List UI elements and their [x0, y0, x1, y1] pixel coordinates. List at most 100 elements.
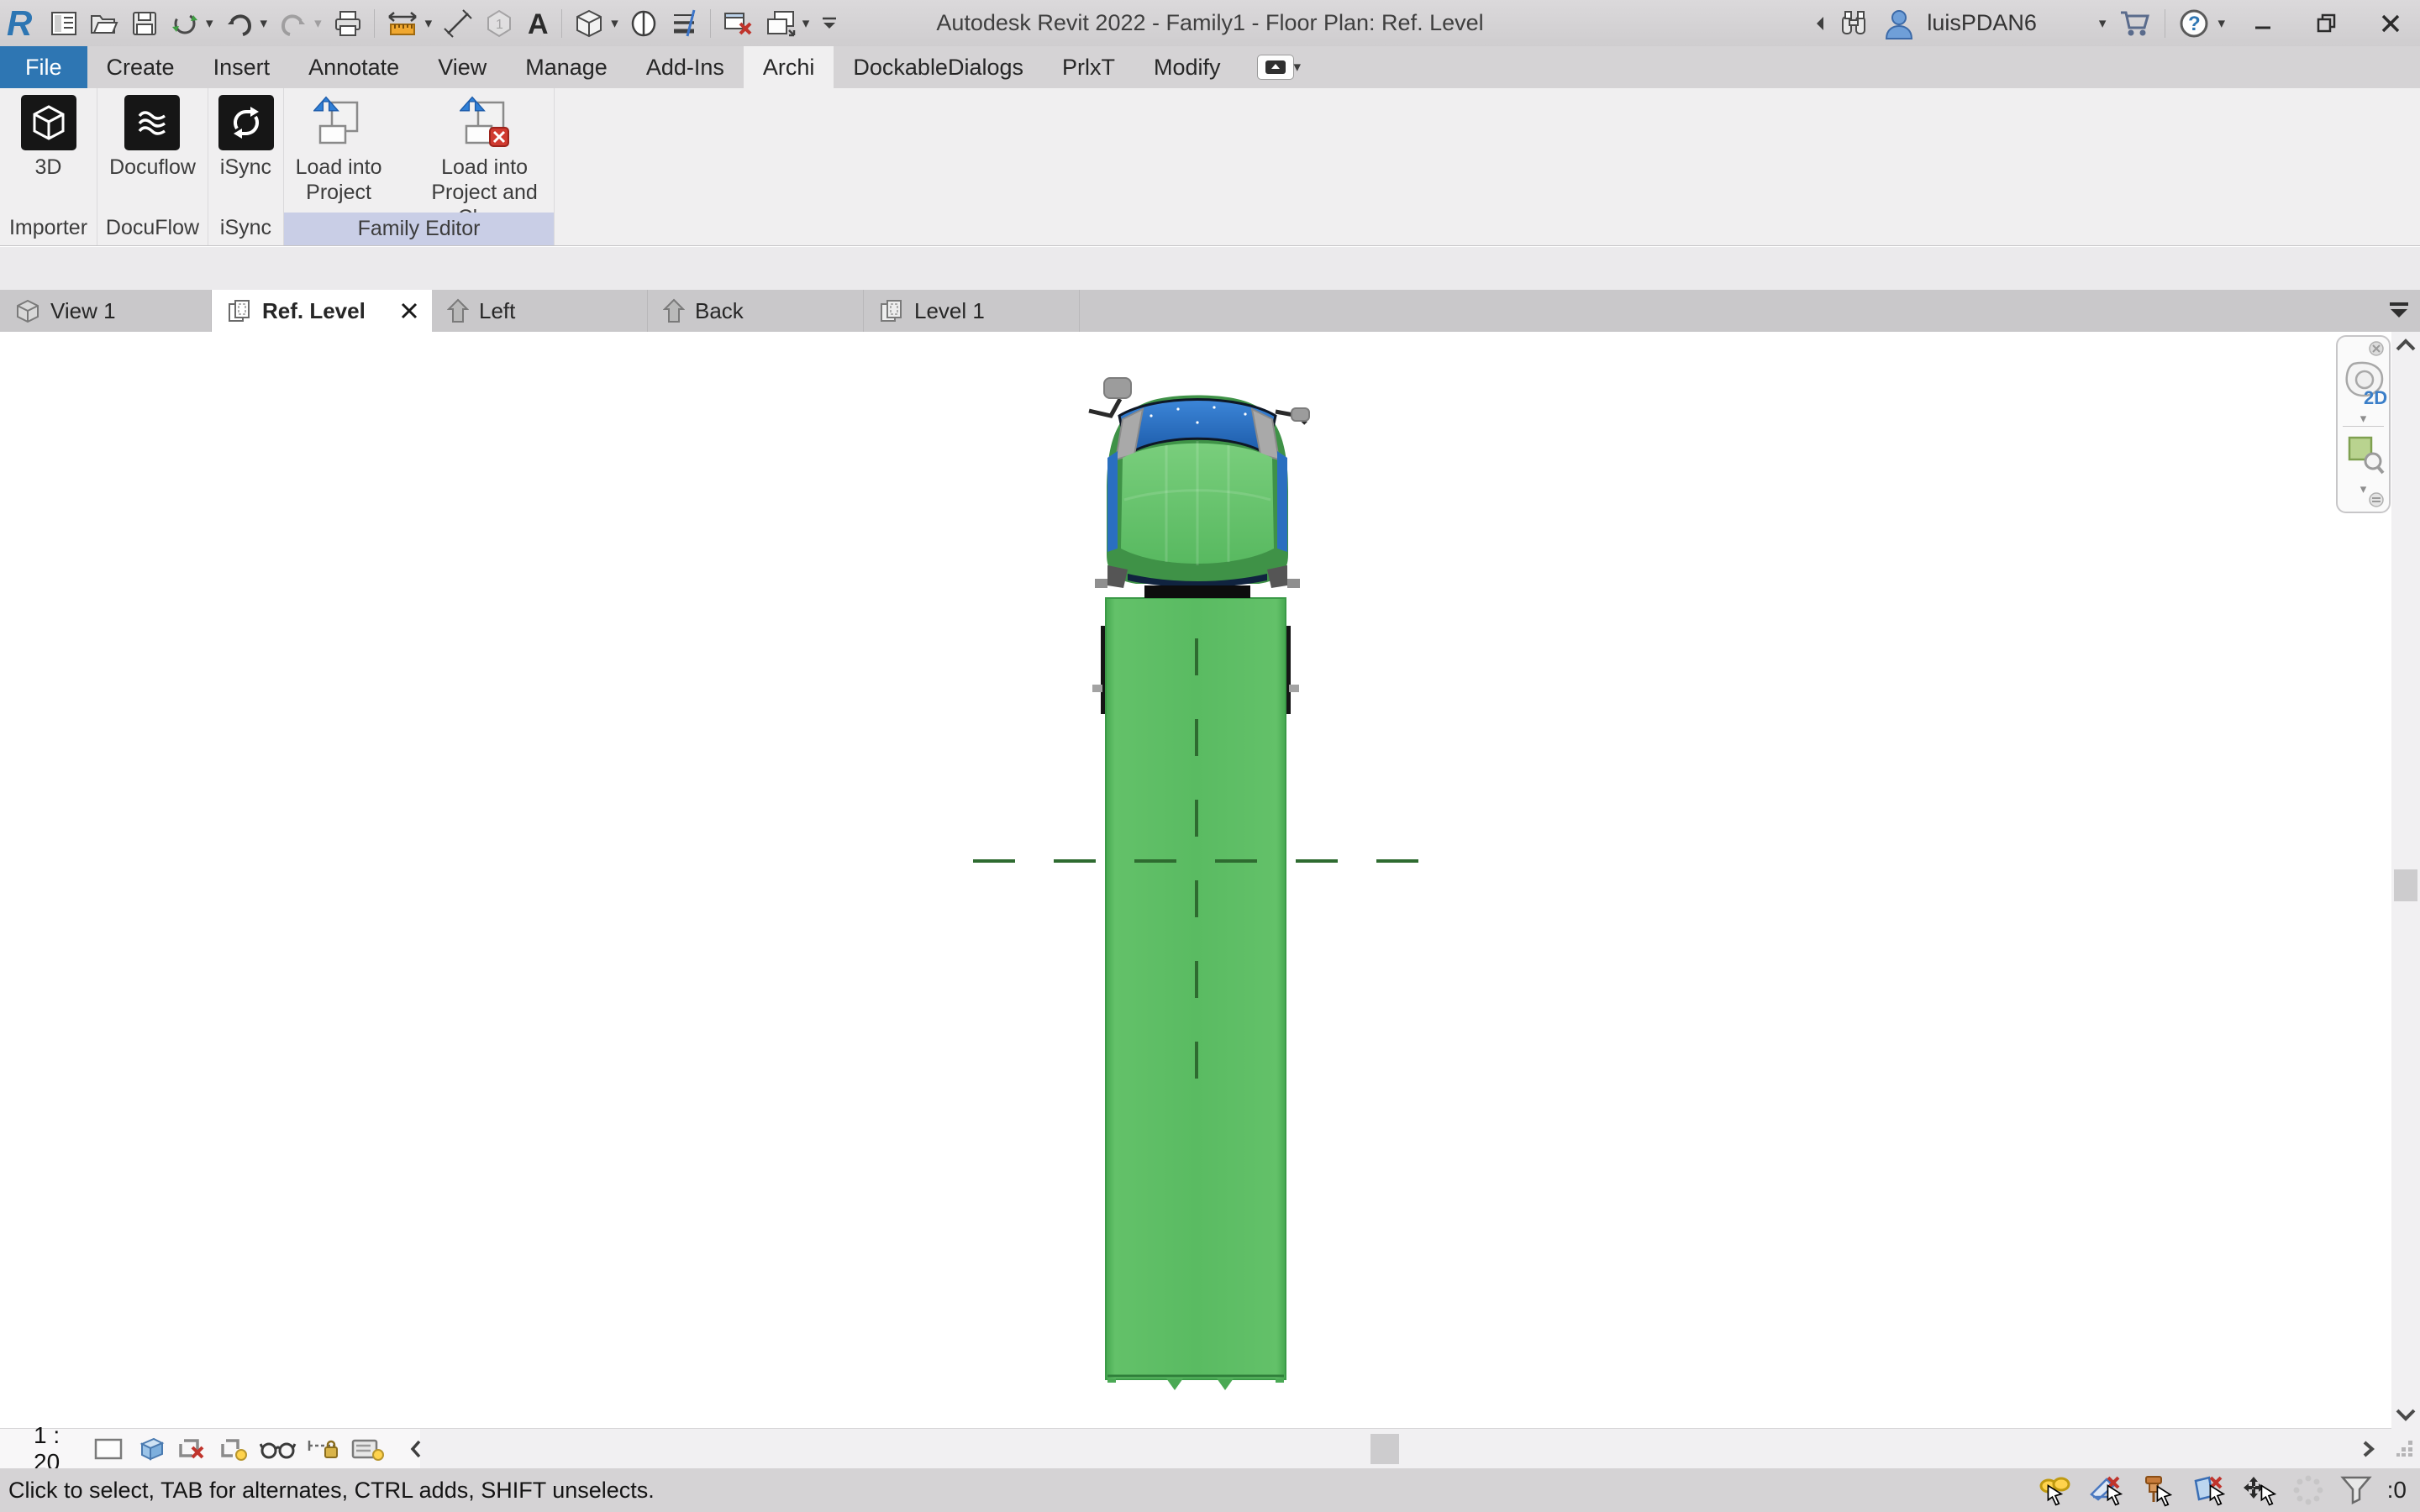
tab-manage[interactable]: Manage [506, 46, 627, 88]
tab-create[interactable]: Create [87, 46, 194, 88]
sync-icon[interactable] [170, 8, 200, 39]
load-into-project-button[interactable]: Load into Project [284, 95, 393, 205]
detail-level-icon[interactable] [93, 1436, 124, 1462]
horizontal-scroll-thumb[interactable] [1370, 1434, 1399, 1464]
tab-dockabledialogs[interactable]: DockableDialogs [834, 46, 1043, 88]
panel-label-importer[interactable]: Importer [0, 212, 97, 245]
search-icon[interactable] [1838, 8, 1871, 39]
panel-label-docuflow[interactable]: DocuFlow [97, 212, 208, 245]
reveal-hidden-elements-icon[interactable] [350, 1436, 386, 1462]
panel-label-isync[interactable]: iSync [208, 212, 283, 245]
reveal-constraints-icon[interactable] [307, 1436, 340, 1462]
vertical-scroll-thumb[interactable] [2394, 869, 2417, 901]
tab-view[interactable]: View [418, 46, 506, 88]
undo-icon[interactable] [224, 9, 255, 38]
switch-windows-dropdown-icon[interactable]: ▾ [802, 15, 810, 32]
save-icon[interactable] [130, 9, 159, 38]
print-icon[interactable] [333, 9, 363, 38]
panel-isync: iSync iSync [208, 88, 284, 245]
switch-windows-icon[interactable] [765, 8, 797, 39]
panel-label-family-editor[interactable]: Family Editor [284, 213, 554, 245]
tab-prlxt[interactable]: PrlxT [1043, 46, 1134, 88]
wheel-dropdown-icon[interactable]: ▾ [2338, 411, 2389, 426]
close-view-icon[interactable] [400, 302, 418, 320]
isync-button[interactable]: iSync [218, 95, 274, 180]
tab-archi[interactable]: Archi [744, 46, 834, 88]
crop-region-visibility-icon[interactable] [218, 1436, 250, 1462]
tab-modify[interactable]: Modify [1134, 46, 1240, 88]
aligned-dimension-icon[interactable] [443, 8, 473, 39]
ribbon-toggle-dropdown-icon[interactable]: ▾ [1294, 59, 1302, 76]
view-tab-label: Left [479, 298, 515, 324]
customize-qat-icon[interactable] [820, 11, 839, 36]
navbar-options-icon[interactable] [2368, 491, 2385, 508]
thin-lines-icon[interactable] [669, 8, 699, 39]
sync-dropdown-icon[interactable]: ▾ [206, 15, 213, 32]
drag-elements-on-selection-icon[interactable] [2240, 1474, 2277, 1506]
tab-file[interactable]: File [0, 46, 87, 88]
zoom-region-icon[interactable] [2346, 433, 2385, 476]
measure-dropdown-icon[interactable]: ▾ [425, 15, 433, 32]
tab-insert[interactable]: Insert [194, 46, 290, 88]
view-tab-label: Back [695, 298, 744, 324]
filter-icon[interactable] [2339, 1474, 2373, 1506]
help-icon[interactable]: ? [2177, 7, 2211, 40]
help-dropdown-icon[interactable]: ▾ [2217, 15, 2225, 32]
temporary-hide-isolate-icon[interactable] [260, 1436, 297, 1462]
default-3d-dropdown-icon[interactable]: ▾ [611, 15, 618, 32]
view-tab-left[interactable]: Left [432, 290, 648, 332]
collapse-infocenter-icon[interactable] [1814, 15, 1826, 32]
crop-view-icon[interactable] [176, 1436, 208, 1462]
open-icon[interactable] [89, 9, 119, 38]
view-scale[interactable]: 1 : 20 [34, 1422, 60, 1476]
undo-dropdown-icon[interactable]: ▾ [260, 15, 268, 32]
account-avatar-icon[interactable] [1883, 7, 1915, 40]
revit-logo-icon[interactable]: R [5, 5, 39, 42]
view-tab-ref-level[interactable]: Ref. Level [212, 290, 432, 332]
docuflow-button[interactable]: Docuflow [109, 95, 196, 180]
status-message: Click to select, TAB for alternates, CTR… [8, 1468, 655, 1512]
text-icon[interactable]: A [525, 8, 550, 39]
account-username[interactable]: luisPDAN6 [1927, 10, 2037, 36]
viewbar-expand-icon[interactable] [408, 1438, 424, 1460]
select-pinned-elements-icon[interactable] [2139, 1473, 2175, 1507]
navbar-close-icon[interactable] [2368, 340, 2385, 357]
truck-cab[interactable] [1089, 378, 1309, 598]
tab-annotate[interactable]: Annotate [289, 46, 418, 88]
close-inactive-windows-icon[interactable] [722, 8, 754, 39]
select-elements-by-face-icon[interactable] [2189, 1474, 2226, 1506]
visual-style-icon[interactable] [134, 1436, 166, 1462]
vertical-scrollbar[interactable] [2391, 332, 2420, 1428]
section-icon[interactable] [629, 8, 658, 39]
select-underlay-elements-icon[interactable] [2088, 1474, 2125, 1506]
tab-add-ins[interactable]: Add-Ins [627, 46, 744, 88]
select-links-icon[interactable] [2039, 1474, 2074, 1506]
3d-importer-button[interactable]: 3D [21, 95, 76, 180]
resize-grip[interactable] [2391, 1428, 2420, 1468]
right-side-window [1277, 451, 1287, 552]
scroll-down-icon[interactable] [2395, 1404, 2417, 1423]
3d-cube-icon [21, 95, 76, 150]
close-button[interactable] [2365, 0, 2417, 46]
scroll-right-icon[interactable] [2358, 1429, 2378, 1468]
restore-button[interactable] [2301, 0, 2353, 46]
scroll-up-icon[interactable] [2395, 337, 2417, 355]
view-tab-list-button[interactable] [2385, 290, 2413, 332]
file-tabs-icon[interactable] [50, 9, 78, 38]
view-tab-level1[interactable]: Level 1 [864, 290, 1080, 332]
account-dropdown-icon[interactable]: ▾ [2099, 15, 2107, 32]
ribbon-display-toggle[interactable]: ▾ [1257, 55, 1302, 80]
drawing-area[interactable]: 2D ▾ ▾ [0, 332, 2391, 1428]
view-tab-view1[interactable]: View 1 [0, 290, 212, 332]
steering-wheel-2d-icon[interactable]: 2D [2342, 359, 2387, 407]
measure-icon[interactable] [386, 8, 419, 39]
app-store-cart-icon[interactable] [2118, 8, 2153, 39]
minimize-button[interactable] [2237, 0, 2289, 46]
ribbon: 3D Importer Docuflow DocuFlow iSync iSyn [0, 88, 2420, 246]
load-into-project-and-close-button[interactable]: Load into Project and Close [415, 95, 554, 230]
view-tab-back[interactable]: Back [648, 290, 864, 332]
button-label: Docuflow [109, 155, 196, 180]
default-3d-view-icon[interactable] [573, 8, 605, 39]
ribbon-toggle-icon[interactable] [1257, 55, 1294, 80]
svg-text:A: A [528, 8, 549, 39]
